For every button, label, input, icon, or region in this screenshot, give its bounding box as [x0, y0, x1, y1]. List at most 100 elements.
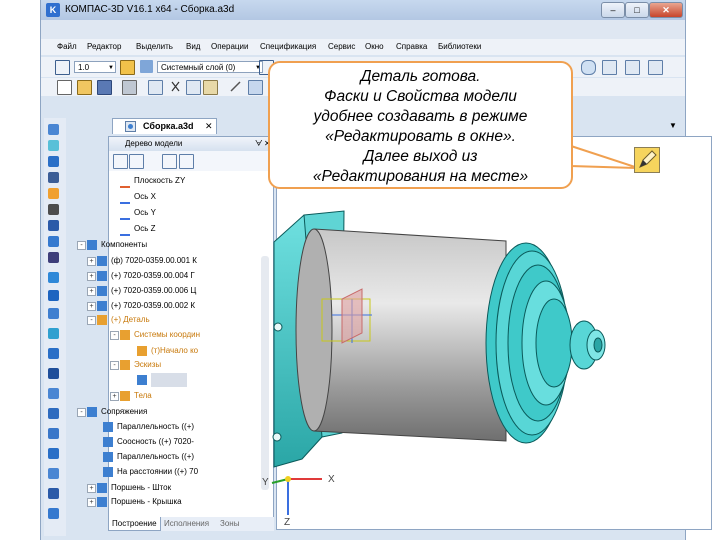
tabs-dropdown-icon[interactable]: ▼	[669, 121, 677, 130]
tree-item[interactable]: (ф) 7020-0359.00.001 К	[111, 254, 197, 268]
menu-service[interactable]: Сервис	[328, 42, 355, 51]
tool-hole-icon[interactable]	[48, 236, 59, 247]
menu-window[interactable]: Окно	[365, 42, 384, 51]
open-icon[interactable]	[77, 80, 92, 95]
window-title: КОМПАС-3D V16.1 x64 - Сборка.a3d	[65, 4, 235, 15]
tool-rib-icon[interactable]	[48, 252, 59, 263]
layer-combo[interactable]: Системный слой (0) ▼	[157, 61, 263, 73]
tree-expander[interactable]: +	[110, 392, 119, 401]
tree-view-icon[interactable]	[113, 154, 128, 169]
tree-mode-icon[interactable]	[129, 154, 144, 169]
tree-expander[interactable]: -	[110, 361, 119, 370]
rotate-icon[interactable]	[625, 60, 640, 75]
pan-icon[interactable]	[602, 60, 617, 75]
copy-icon[interactable]	[186, 80, 201, 95]
tree-settings-icon[interactable]	[179, 154, 194, 169]
tree-item[interactable]: Поршень - Шток	[111, 481, 171, 495]
zoom-icon[interactable]	[581, 60, 596, 75]
tree-filter-icon[interactable]	[162, 154, 177, 169]
tree-item[interactable]: Параллельность ((+)	[117, 450, 194, 464]
tool-sketch-icon[interactable]	[48, 124, 59, 135]
tree-expander[interactable]: +	[87, 484, 96, 493]
menu-specification[interactable]: Спецификация	[260, 42, 316, 51]
maximize-button[interactable]: □	[625, 2, 649, 18]
tool-spec-icon[interactable]	[48, 448, 59, 459]
tool-array-icon[interactable]	[48, 290, 59, 301]
tree-item[interactable]: Компоненты	[101, 238, 147, 252]
menu-libraries[interactable]: Библиотеки	[438, 42, 481, 51]
tool-fillet-icon[interactable]	[48, 220, 59, 231]
tree-expander[interactable]: +	[87, 302, 96, 311]
paste-icon[interactable]	[203, 80, 218, 95]
tree-expander[interactable]: -	[77, 408, 86, 417]
menu-help[interactable]: Справка	[396, 42, 427, 51]
tool-chamfer-icon[interactable]	[48, 204, 59, 215]
tree-item[interactable]: На расстоянии ((+) 70	[117, 465, 198, 479]
tree-item[interactable]: Плоскость ZY	[134, 174, 185, 188]
tool-axis-icon[interactable]	[48, 388, 59, 399]
new-document-icon[interactable]	[57, 80, 72, 95]
preview-icon[interactable]	[148, 80, 163, 95]
tool-kinematic-icon[interactable]	[48, 172, 59, 183]
save-icon[interactable]	[97, 80, 112, 95]
tree-expander[interactable]: -	[110, 331, 119, 340]
tool-measure-icon[interactable]	[48, 408, 59, 419]
tree-item[interactable]: Ось Z	[134, 222, 156, 236]
tool-rotate-icon[interactable]	[48, 156, 59, 167]
tree-item[interactable]: Ось Y	[134, 206, 156, 220]
scale-combo[interactable]: 1.0 ▼	[74, 61, 116, 73]
tree-item[interactable]: Соосность ((+) 7020-	[117, 435, 194, 449]
menu-select[interactable]: Выделить	[136, 42, 173, 51]
tree-expander[interactable]: +	[87, 287, 96, 296]
tree-item[interactable]: (+) 7020-0359.00.004 Г	[111, 269, 195, 283]
tree-item[interactable]: Тела	[134, 389, 152, 403]
cut-icon[interactable]	[169, 80, 182, 93]
properties-icon[interactable]	[229, 80, 242, 93]
tree-item[interactable]: (+) 7020-0359.00.002 К	[111, 299, 195, 313]
tree-item[interactable]: Системы координ	[134, 328, 200, 342]
print-icon[interactable]	[122, 80, 137, 95]
menu-file[interactable]: Файл	[57, 42, 77, 51]
tree-item[interactable]: Поршень - Крышка	[111, 495, 182, 509]
tool-loft-icon[interactable]	[48, 188, 59, 199]
tree-item[interactable]: Эскиз:1	[151, 373, 188, 387]
tool-plane-icon[interactable]	[48, 368, 59, 379]
tab-construction[interactable]: Построение	[108, 517, 161, 531]
snap-icon[interactable]	[55, 60, 70, 75]
tree-expander[interactable]: -	[87, 316, 96, 325]
tree-item[interactable]: Эскизы	[134, 358, 161, 372]
tool-report-icon[interactable]	[48, 468, 59, 479]
tool-mate-icon[interactable]	[48, 428, 59, 439]
tool-library-icon[interactable]	[48, 488, 59, 499]
tool-extrude-icon[interactable]	[48, 140, 59, 151]
tree-expander[interactable]: +	[87, 257, 96, 266]
tree-expander[interactable]: +	[87, 498, 96, 507]
close-tab-icon[interactable]: ✕	[205, 119, 213, 134]
tool-curve-icon[interactable]	[48, 348, 59, 359]
menu-operations[interactable]: Операции	[211, 42, 248, 51]
tab-executions[interactable]: Исполнения	[164, 517, 209, 530]
tree-item[interactable]: Параллельность ((+)	[117, 420, 194, 434]
tool-shell-icon[interactable]	[48, 272, 59, 283]
tree-item[interactable]: (т)Начало ко	[151, 344, 198, 358]
tree-item[interactable]: Сопряжения	[101, 405, 147, 419]
document-tab[interactable]: Сборка.a3d ✕	[112, 118, 217, 134]
tree-node-icon	[120, 176, 130, 188]
tree-expander[interactable]: +	[87, 272, 96, 281]
tool-mirror-icon[interactable]	[48, 308, 59, 319]
tree-expander[interactable]: -	[77, 241, 86, 250]
tree-item[interactable]: (+) 7020-0359.00.006 Ц	[111, 284, 196, 298]
edit-in-place-icon[interactable]	[634, 147, 660, 173]
grid-toggle-icon[interactable]	[120, 60, 135, 75]
tree-item[interactable]: (+) Деталь	[111, 313, 150, 327]
tool-edit-icon[interactable]	[48, 508, 59, 519]
view-orientation-icon[interactable]	[648, 60, 663, 75]
close-button[interactable]: ✕	[649, 2, 683, 18]
manager-icon[interactable]	[248, 80, 263, 95]
tree-item[interactable]: Ось X	[134, 190, 156, 204]
menu-editor[interactable]: Редактор	[87, 42, 121, 51]
layer-icon[interactable]	[140, 60, 153, 73]
menu-view[interactable]: Вид	[186, 42, 200, 51]
tool-surface-icon[interactable]	[48, 328, 59, 339]
minimize-button[interactable]: –	[601, 2, 625, 18]
